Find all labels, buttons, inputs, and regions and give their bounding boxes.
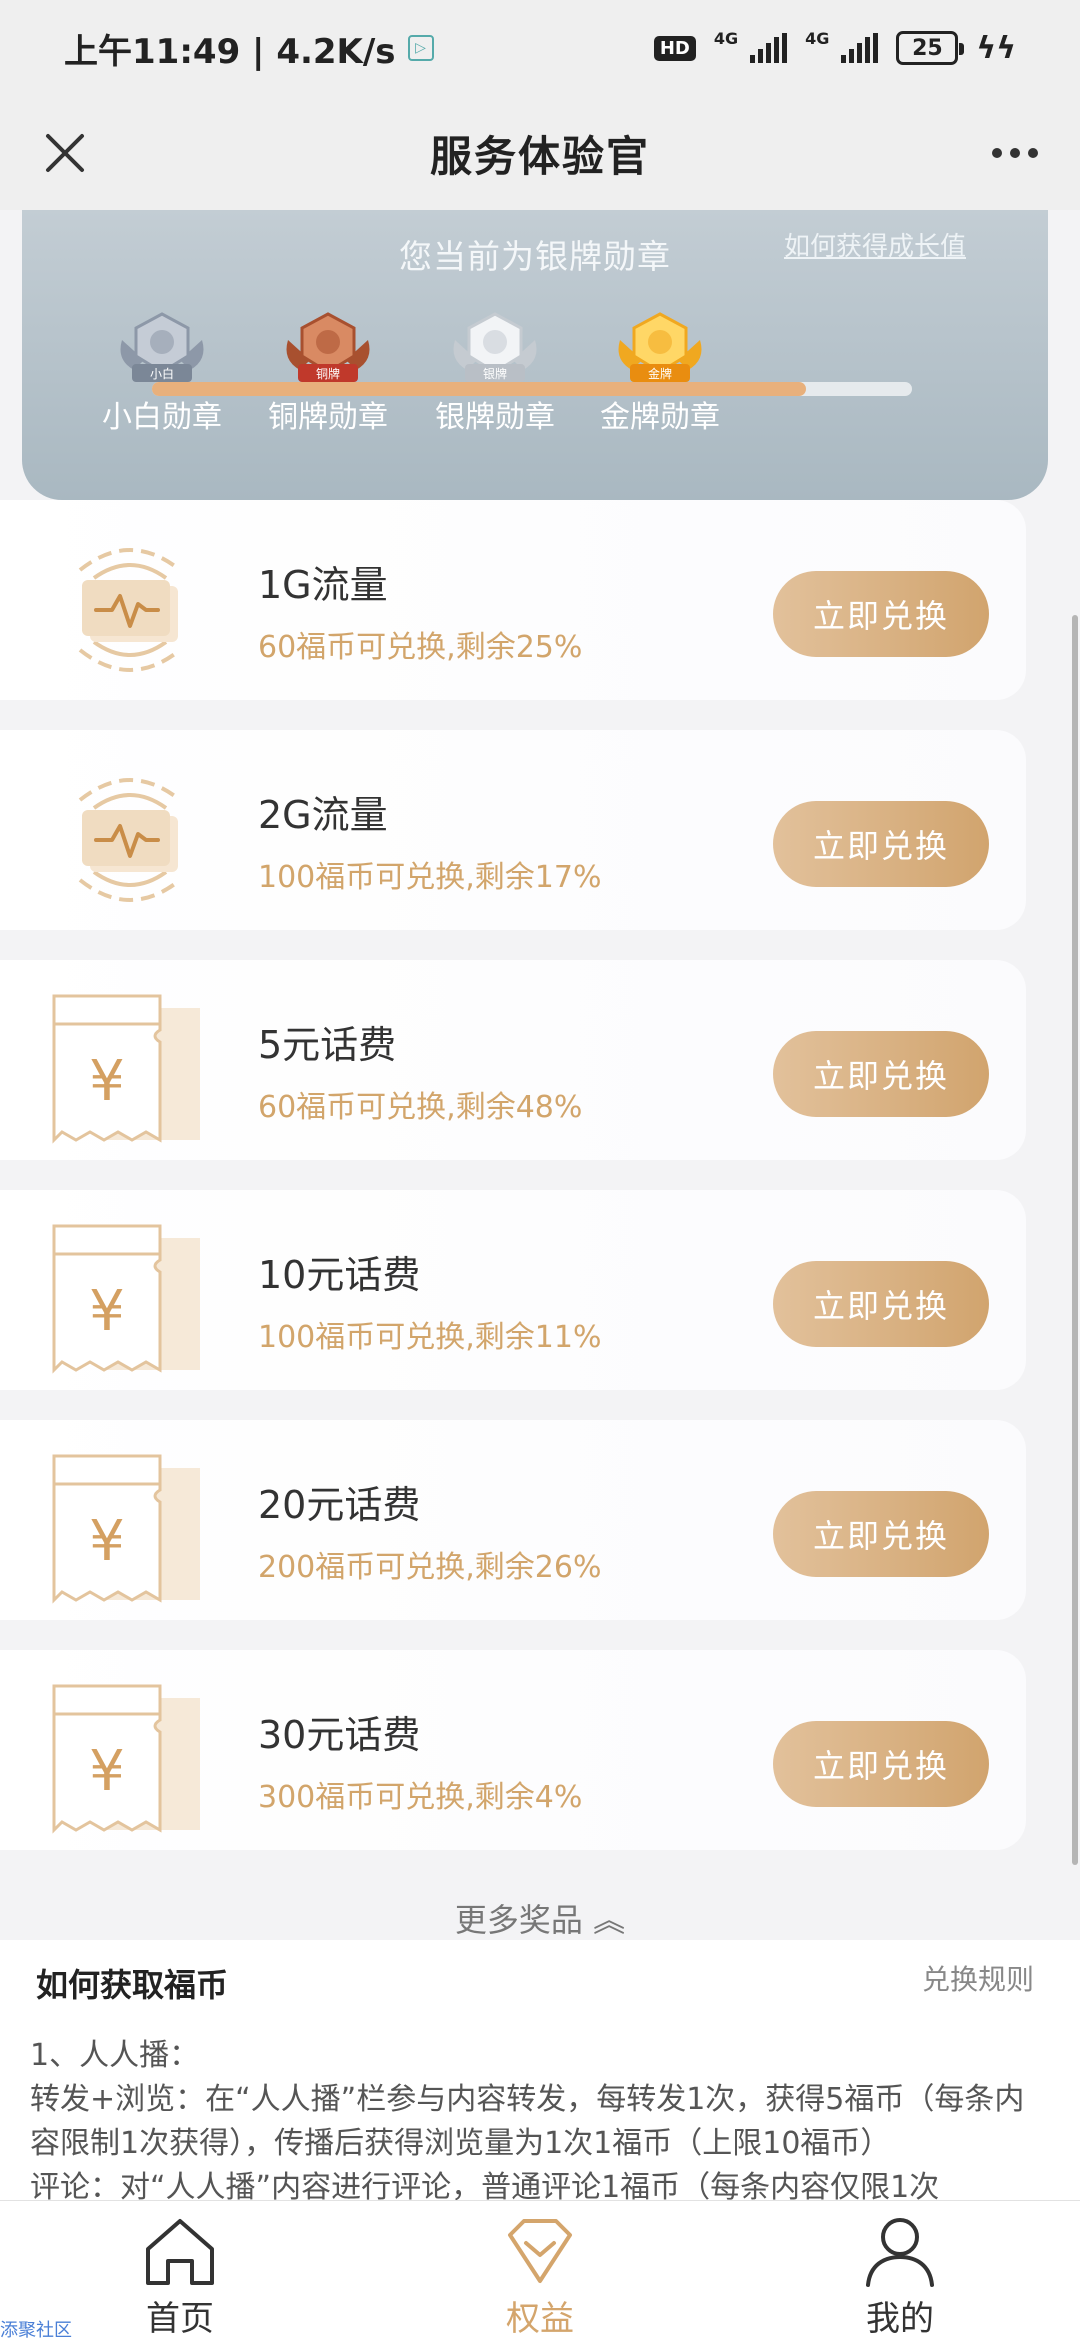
medal-gold-icon: 金牌: [618, 312, 702, 382]
hd-badge: HD: [653, 35, 696, 61]
status-bar: 上午11:49 | 4.2K/s ▷ HD 4G 4G 25 ϟϟ: [0, 0, 1080, 96]
phone-credit-icon: ¥: [52, 1224, 200, 1374]
nav-profile-label: 我的: [866, 2299, 934, 2339]
reward-name: 2G流量: [258, 793, 388, 837]
battery-level: 25: [912, 35, 943, 61]
data-traffic-icon: [78, 778, 182, 902]
play-icon: ▷: [407, 35, 434, 61]
medal-ribbon-text: 银牌: [483, 367, 507, 381]
network-label-1: 4G: [713, 28, 739, 48]
medal-white-icon: 小白: [120, 312, 204, 382]
medal-label: 铜牌勋章: [268, 400, 388, 435]
signal-icon: [750, 33, 788, 63]
status-indicators: HD 4G 4G 25 ϟϟ: [653, 28, 1016, 66]
profile-icon: [866, 2218, 934, 2287]
reward-card: ¥10元话费 100福币可兑换,剩余11% 立即兑换: [0, 1190, 1026, 1390]
medal-gold: 金牌 金牌勋章: [570, 310, 750, 436]
phone-credit-icon-wrap: ¥: [50, 1680, 210, 1840]
reward-name: 20元话费: [258, 1483, 421, 1527]
nav-profile[interactable]: 我的: [720, 2201, 1080, 2340]
medal-bronze-icon: 铜牌: [286, 312, 370, 382]
redeem-button[interactable]: 立即兑换: [773, 1721, 989, 1807]
reward-name: 5元话费: [258, 1023, 397, 1067]
reward-desc: 60福币可兑换,剩余25%: [258, 630, 583, 665]
how-to-get-growth-link[interactable]: 如何获得成长值: [784, 226, 966, 263]
network-label-2: 4G: [805, 28, 830, 48]
info-line: 1、人人播：: [30, 2038, 200, 2073]
more-options-button[interactable]: [980, 118, 1050, 188]
info-line: 转发+浏览：在“人人播”栏参与内容转发，每转发1次，获得5福币（每条内容限制1次…: [30, 2082, 1025, 2161]
badge-panel: 您当前为银牌勋章 如何获得成长值 小白 小白勋章 铜牌 铜牌勋章 银牌 银牌勋章 金牌 金牌勋…: [22, 210, 1048, 500]
reward-card: 1G流量 60福币可兑换,剩余25% 立即兑换: [0, 500, 1026, 700]
data-traffic-icon-wrap: [50, 530, 210, 690]
medal-silver-icon: 银牌: [453, 312, 537, 382]
status-time-text: 上午11:49 | 4.2K/s: [64, 31, 396, 72]
reward-desc: 100福币可兑换,剩余17%: [258, 860, 602, 895]
close-icon: [46, 134, 84, 172]
exchange-rules-link[interactable]: 兑换规则: [922, 1958, 1034, 1998]
more-prizes-button[interactable]: 更多奖品 ︽: [0, 1895, 1080, 1941]
phone-credit-icon: ¥: [52, 1454, 200, 1604]
nav-benefits[interactable]: 权益: [360, 2201, 720, 2340]
battery-icon: 25: [896, 31, 965, 65]
title-bar: 服务体验官: [0, 96, 1080, 210]
data-traffic-icon: [78, 548, 182, 672]
medal-ribbon-text: 金牌: [648, 366, 672, 381]
diamond-icon: [508, 2219, 572, 2283]
reward-card: ¥20元话费 200福币可兑换,剩余26% 立即兑换: [0, 1420, 1026, 1620]
scrollbar[interactable]: [1072, 615, 1078, 1865]
reward-card: ¥5元话费 60福币可兑换,剩余48% 立即兑换: [0, 960, 1026, 1160]
reward-card: 2G流量 100福币可兑换,剩余17% 立即兑换: [0, 730, 1026, 930]
redeem-button[interactable]: 立即兑换: [773, 1491, 989, 1577]
reward-name: 1G流量: [258, 563, 388, 607]
medal-silver: 银牌 银牌勋章: [405, 310, 585, 436]
reward-desc: 200福币可兑换,剩余26%: [258, 1550, 602, 1585]
redeem-button[interactable]: 立即兑换: [773, 1031, 989, 1117]
data-traffic-icon-wrap: [50, 760, 210, 920]
medal-ribbon-text: 铜牌: [316, 366, 340, 381]
medal-label: 银牌勋章: [435, 400, 555, 435]
close-button[interactable]: [30, 118, 100, 188]
page-title: 服务体验官: [429, 131, 650, 181]
watermark: 添聚社区: [0, 2320, 72, 2340]
redeem-button[interactable]: 立即兑换: [773, 1261, 989, 1347]
info-text: 1、人人播： 转发+浏览：在“人人播”栏参与内容转发，每转发1次，获得5福币（每…: [30, 2034, 1050, 2210]
medal-white: 小白 小白勋章: [72, 310, 252, 436]
svg-text:¥: ¥: [89, 1509, 125, 1574]
reward-name: 30元话费: [258, 1713, 421, 1757]
nav-benefits-label: 权益: [506, 2299, 574, 2339]
medal-ribbon-text: 小白: [150, 366, 174, 381]
bottom-nav: 首页 权益 我的: [0, 2200, 1080, 2340]
redeem-button[interactable]: 立即兑换: [773, 801, 989, 887]
reward-desc: 300福币可兑换,剩余4%: [258, 1780, 583, 1815]
svg-text:¥: ¥: [89, 1049, 125, 1114]
chevron-up-icon: ︽: [593, 1901, 626, 1939]
charging-icon: ϟϟ: [976, 30, 1016, 66]
reward-desc: 60福币可兑换,剩余48%: [258, 1090, 583, 1125]
info-title: 如何获取福币: [36, 1966, 229, 2004]
status-time: 上午11:49 | 4.2K/s ▷: [64, 24, 434, 73]
phone-credit-icon-wrap: ¥: [50, 1450, 210, 1610]
medal-bronze: 铜牌 铜牌勋章: [238, 310, 418, 436]
svg-text:¥: ¥: [89, 1279, 125, 1344]
more-dot-icon: [1028, 148, 1038, 158]
reward-name: 10元话费: [258, 1253, 421, 1297]
medal-label: 小白勋章: [102, 400, 222, 435]
more-dot-icon: [992, 148, 1002, 158]
reward-desc: 100福币可兑换,剩余11%: [258, 1320, 602, 1355]
medal-label: 金牌勋章: [600, 400, 720, 435]
phone-credit-icon: ¥: [52, 994, 200, 1144]
svg-text:¥: ¥: [89, 1739, 125, 1804]
reward-card: ¥30元话费 300福币可兑换,剩余4% 立即兑换: [0, 1650, 1026, 1850]
home-icon: [146, 2219, 214, 2285]
phone-credit-icon-wrap: ¥: [50, 990, 210, 1150]
phone-credit-icon: ¥: [52, 1684, 200, 1834]
nav-home-label: 首页: [146, 2299, 214, 2339]
more-dot-icon: [1010, 148, 1020, 158]
info-section: 如何获取福币 兑换规则 1、人人播： 转发+浏览：在“人人播”栏参与内容转发，每…: [0, 1940, 1080, 2205]
more-prizes-label: 更多奖品: [454, 1901, 583, 1939]
phone-credit-icon-wrap: ¥: [50, 1220, 210, 1380]
signal-icon: [841, 33, 879, 63]
redeem-button[interactable]: 立即兑换: [773, 571, 989, 657]
